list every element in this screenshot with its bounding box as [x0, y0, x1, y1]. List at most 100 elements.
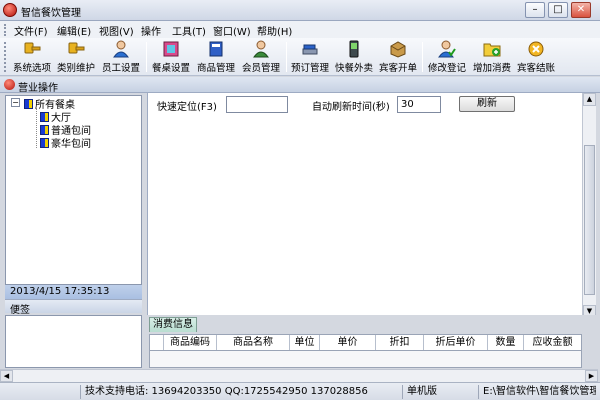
toolbar-label: 员工设置 — [101, 63, 140, 74]
quick-locate-input[interactable] — [226, 96, 288, 113]
toolbar-label: 系统选项 — [12, 63, 51, 74]
column-header[interactable]: 数量 — [488, 335, 524, 350]
maximize-button[interactable]: □ — [548, 2, 568, 18]
toolbar-takeout-button[interactable]: 快餐外卖 — [333, 40, 375, 74]
toolbar-checkout-button[interactable]: 宾客结账 — [515, 40, 557, 74]
menu-tools[interactable]: 工具(T) — [172, 23, 206, 38]
toolbar-category-maintenance-button[interactable]: 类别维护 — [56, 40, 96, 74]
toolbar-modify-registration-button[interactable]: 修改登记 — [426, 40, 468, 74]
toolbar-reservation-button[interactable]: 预订管理 — [290, 40, 330, 74]
vertical-scrollbar[interactable]: ▲ ▼ — [582, 93, 596, 319]
key-icon — [68, 42, 85, 54]
table-group-icon — [40, 138, 49, 148]
toolbar-separator — [422, 42, 423, 72]
table-icon — [163, 41, 179, 57]
book-icon — [209, 41, 223, 57]
quick-locate-label: 快速定位(F3) — [157, 102, 217, 113]
toolbar-open-order-button[interactable]: 宾客开单 — [377, 40, 419, 74]
tree-item-deluxe-room[interactable]: 豪华包间 — [40, 135, 91, 150]
toolbar-member-management-button[interactable]: 会员管理 — [240, 40, 282, 74]
person-check-icon — [438, 40, 456, 58]
phone-icon — [349, 40, 359, 58]
toolbar-staff-settings-button[interactable]: 员工设置 — [100, 40, 142, 74]
tab-consumption-info[interactable]: 消费信息 — [149, 317, 197, 332]
row-selector-header — [150, 335, 164, 350]
column-header[interactable]: 商品编码 — [164, 335, 217, 350]
notes-area[interactable] — [5, 315, 142, 368]
datetime-display: 2013/4/15 17:35:13 — [5, 285, 142, 299]
column-header[interactable]: 单价 — [320, 335, 376, 350]
toolbar-label: 宾客结账 — [516, 63, 555, 74]
status-bar: 技术支持电话: 13694203350 QQ:1725542950 137028… — [0, 382, 600, 400]
app-logo-icon — [3, 3, 17, 17]
toolbar-system-options-button[interactable]: 系统选项 — [12, 40, 52, 74]
menu-operation[interactable]: 操作 — [141, 23, 161, 38]
tree-connector — [36, 108, 37, 148]
refresh-button[interactable]: 刷新 — [459, 96, 515, 112]
window-title: 智信餐饮管理 — [21, 8, 81, 19]
table-group-icon — [40, 112, 49, 122]
menu-edit[interactable]: 编辑(E) — [57, 23, 91, 38]
person-icon — [253, 40, 269, 58]
menu-file[interactable]: 文件(F) — [14, 23, 48, 38]
tree-collapse-toggle[interactable]: − — [11, 98, 20, 107]
folder-add-icon — [483, 43, 501, 57]
auto-refresh-label: 自动刷新时间(秒) — [312, 102, 390, 113]
toolbar-label: 宾客开单 — [378, 63, 417, 74]
panel-title: 营业操作 — [18, 83, 58, 94]
notes-header: 便签 — [5, 299, 142, 316]
menu-bar: 文件(F) 编辑(E) 视图(V) 操作 工具(T) 窗口(W) 帮助(H) — [0, 21, 600, 38]
install-path: E:\智信软件\智信餐饮管理 — [478, 385, 596, 399]
tree-item-all-tables[interactable]: 所有餐桌 — [24, 96, 75, 111]
tab-strip: 消费信息 — [147, 315, 596, 332]
toolbar-label: 会员管理 — [241, 63, 280, 74]
toolbar-label: 快餐外卖 — [334, 63, 373, 74]
title-bar: 智信餐饮管理 – □ ✕ — [0, 0, 600, 21]
coin-icon — [528, 41, 544, 57]
menu-help[interactable]: 帮助(H) — [257, 23, 292, 38]
toolbar-label: 修改登记 — [427, 63, 466, 74]
toolbar-grip — [4, 42, 7, 72]
toolbar-product-management-button[interactable]: 商品管理 — [195, 40, 237, 74]
column-header[interactable]: 应收金额 — [524, 335, 581, 350]
panel-logo-icon — [4, 79, 15, 90]
box-icon — [390, 41, 406, 58]
toolbar-separator — [146, 42, 147, 72]
toolbar-label: 餐桌设置 — [151, 63, 190, 74]
menu-window[interactable]: 窗口(W) — [213, 23, 251, 38]
menu-grip — [4, 24, 7, 36]
toolbar-table-settings-button[interactable]: 餐桌设置 — [150, 40, 192, 74]
toolbar-add-consumption-button[interactable]: 增加消费 — [471, 40, 513, 74]
minimize-button[interactable]: – — [525, 2, 545, 18]
consumption-table-body[interactable] — [149, 351, 582, 368]
menu-view[interactable]: 视图(V) — [99, 23, 134, 38]
column-header[interactable]: 折扣 — [376, 335, 424, 350]
column-header[interactable]: 商品名称 — [217, 335, 290, 350]
support-info: 技术支持电话: 13694203350 QQ:1725542950 137028… — [80, 385, 402, 399]
scroll-left-arrow-icon[interactable]: ◀ — [0, 370, 13, 382]
auto-refresh-input[interactable] — [397, 96, 441, 113]
panel-header: 营业操作 — [0, 77, 600, 94]
toolbar-label: 类别维护 — [56, 63, 95, 74]
table-tree: − 所有餐桌 大厅 普通包间 豪华包间 — [5, 95, 142, 285]
tree-item-hall[interactable]: 大厅 — [40, 109, 71, 124]
tree-item-regular-room[interactable]: 普通包间 — [40, 122, 91, 137]
tree-item-label: 豪华包间 — [51, 139, 91, 150]
edition-label: 单机版 — [402, 385, 478, 399]
toolbar: 系统选项 类别维护 员工设置 餐桌设置 商品管理 会员管理 预订管理 快餐外卖 … — [0, 38, 600, 76]
table-group-icon — [40, 125, 49, 135]
scroll-thumb[interactable] — [584, 145, 595, 295]
column-header[interactable]: 单位 — [290, 335, 320, 350]
close-button[interactable]: ✕ — [571, 2, 591, 18]
table-group-icon — [24, 99, 33, 109]
person-icon — [113, 40, 129, 58]
scroll-right-arrow-icon[interactable]: ▶ — [585, 370, 598, 382]
consumption-table-header: 商品编码 商品名称 单位 单价 折扣 折后单价 数量 应收金额 — [149, 334, 582, 351]
toolbar-separator — [286, 42, 287, 72]
table-status-area — [147, 93, 582, 315]
key-icon — [24, 42, 41, 54]
horizontal-scrollbar[interactable]: ◀ ▶ — [0, 369, 598, 382]
scroll-up-arrow-icon[interactable]: ▲ — [583, 93, 596, 106]
column-header[interactable]: 折后单价 — [424, 335, 488, 350]
stapler-icon — [302, 44, 318, 55]
